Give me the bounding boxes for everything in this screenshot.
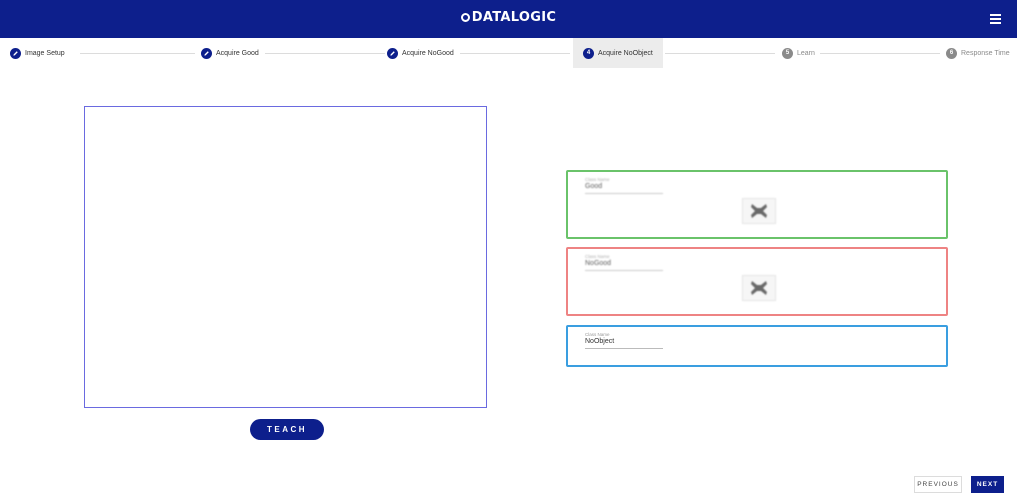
step-learn[interactable]: 5 Learn (782, 38, 815, 68)
logo-text: DATALOGIC (471, 10, 557, 25)
pencil-icon (201, 47, 212, 59)
step-label: Acquire NoObject (598, 49, 653, 57)
class-name-field[interactable]: Class Name Good (585, 177, 663, 194)
step-label: Acquire Good (216, 49, 259, 57)
step-number-badge: 6 (946, 47, 957, 59)
step-acquire-noobject[interactable]: 4 Acquire NoObject (573, 38, 663, 68)
wizard-stepper: Image Setup Acquire Good Acquire NoGood … (0, 38, 1017, 68)
step-label: Response Time (961, 49, 1010, 57)
top-app-bar: DATALOGIC (0, 0, 1017, 38)
class-name-value: NoObject (585, 338, 615, 345)
step-acquire-nogood[interactable]: Acquire NoGood (387, 38, 454, 68)
step-number-badge: 5 (782, 47, 793, 59)
class-card-nogood: Class Name NoGood (566, 247, 948, 316)
class-name-value: Good (585, 183, 603, 190)
class-name-field[interactable]: Class Name NoGood (585, 254, 663, 271)
hamburger-menu-icon[interactable] (990, 14, 1001, 24)
step-label: Acquire NoGood (402, 49, 454, 57)
sample-thumbnail[interactable] (742, 275, 776, 301)
class-card-good: Class Name Good (566, 170, 948, 239)
pencil-icon (10, 47, 21, 59)
step-acquire-good[interactable]: Acquire Good (201, 38, 259, 68)
class-name-value: NoGood (585, 260, 612, 267)
part-shape-icon (751, 281, 767, 295)
next-button[interactable]: NEXT (971, 476, 1004, 493)
previous-button[interactable]: PREVIOUS (914, 476, 962, 493)
part-shape-icon (751, 204, 767, 218)
step-number-badge: 4 (583, 47, 594, 59)
class-name-field[interactable]: Class Name NoObject (585, 332, 663, 349)
logo-mark-icon (460, 13, 470, 22)
step-label: Image Setup (25, 49, 65, 57)
class-card-noobject: Class Name NoObject (566, 325, 948, 367)
step-image-setup[interactable]: Image Setup (10, 38, 65, 68)
step-label: Learn (797, 49, 815, 57)
teach-button[interactable]: TEACH (250, 419, 324, 440)
step-response-time[interactable]: 6 Response Time (946, 38, 1010, 68)
datalogic-logo: DATALOGIC (0, 10, 1017, 25)
pencil-icon (387, 47, 398, 59)
camera-image-panel (84, 106, 487, 408)
sample-thumbnail[interactable] (742, 198, 776, 224)
